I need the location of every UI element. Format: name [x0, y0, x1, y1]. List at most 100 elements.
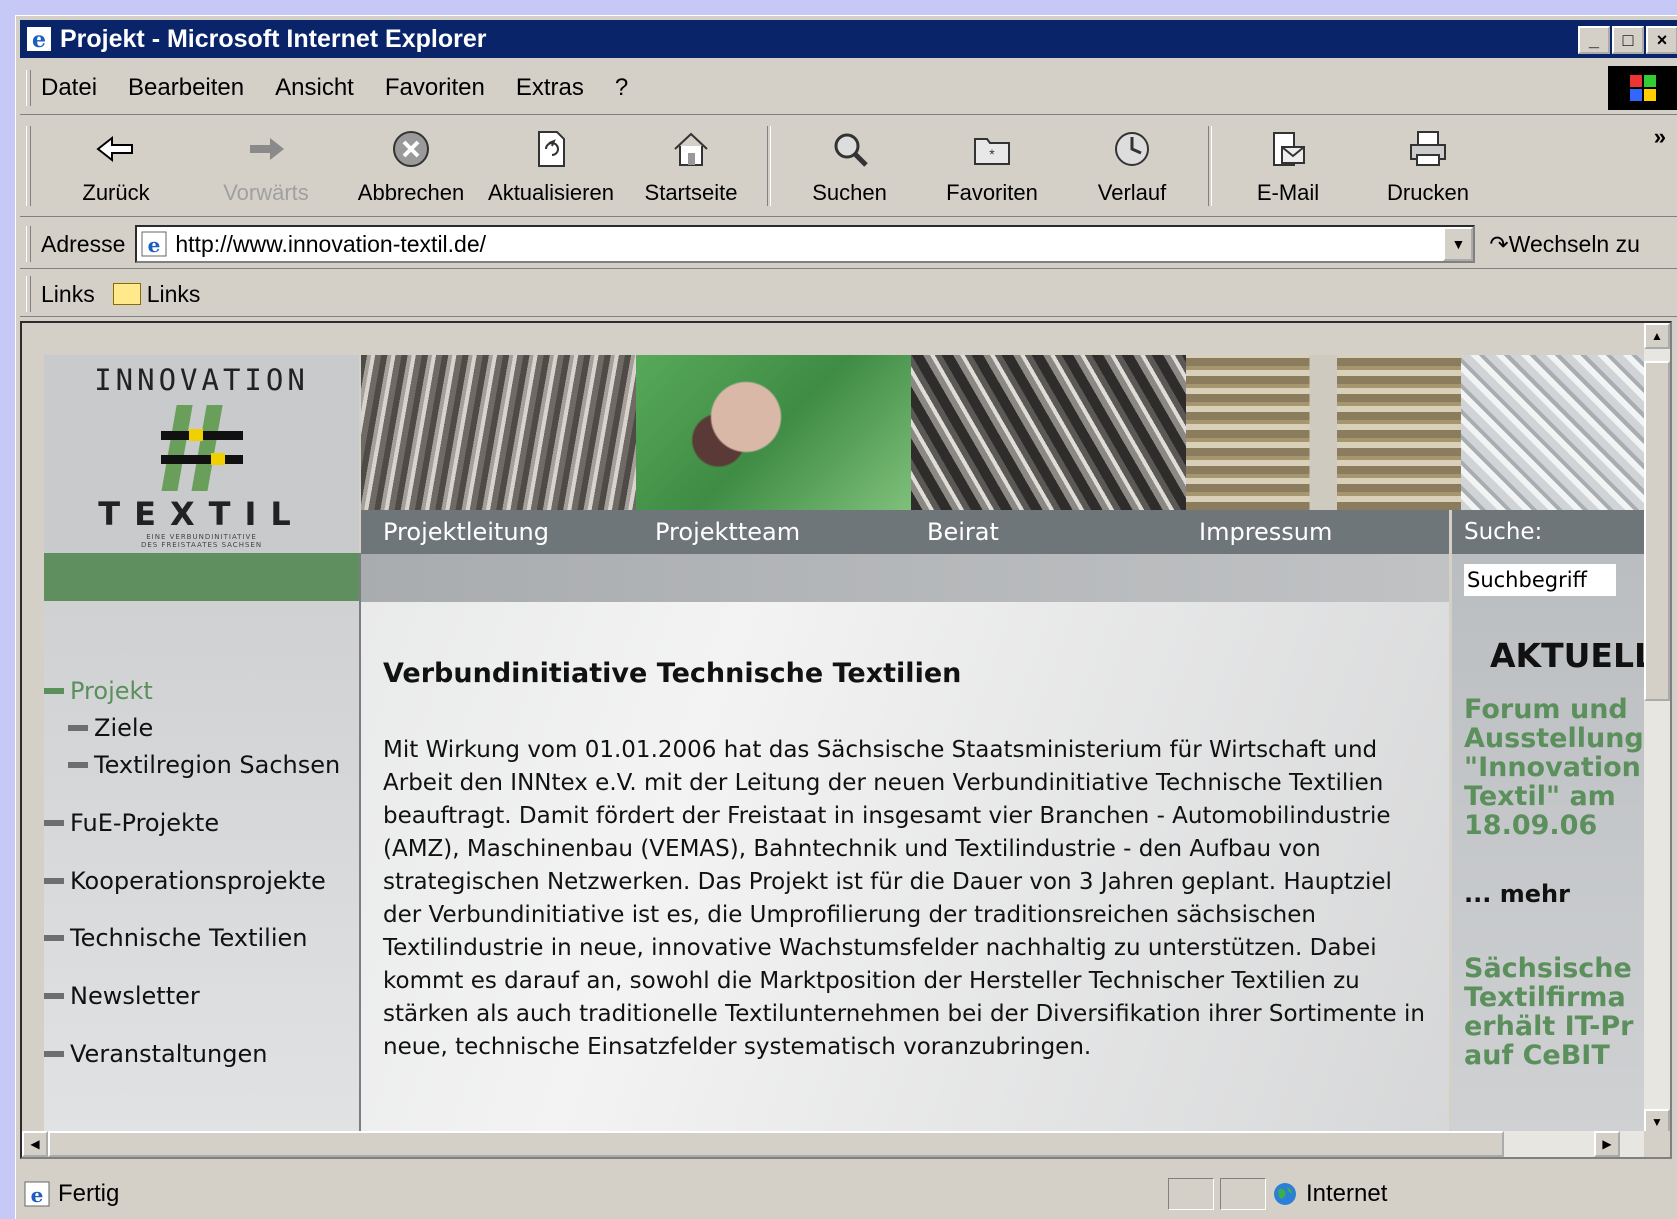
sidenav-ziele[interactable]: Ziele — [68, 714, 153, 742]
toolbar-grip[interactable] — [26, 126, 31, 206]
svg-text:e: e — [32, 27, 46, 52]
menu-bar: Datei Bearbeiten Ansicht Favoriten Extra… — [20, 62, 1677, 115]
minimize-button[interactable]: _ — [1578, 26, 1610, 54]
green-band — [44, 553, 359, 601]
logo-text-top: INNOVATION — [94, 363, 309, 397]
more-link[interactable]: ... mehr — [1452, 880, 1646, 908]
menu-grip[interactable] — [26, 70, 31, 106]
close-button[interactable]: × — [1646, 26, 1677, 54]
photo-spindle — [1186, 355, 1461, 510]
logo-tagline-1: EINE VERBUNDINITIATIVE — [146, 533, 257, 541]
menu-file[interactable]: Datei — [41, 74, 97, 102]
menu-help[interactable]: ? — [615, 74, 628, 102]
stop-button[interactable]: Abbrechen — [341, 116, 481, 206]
page-content: INNOVATION TEXTIL EINE VERBUNDINITIATIVE — [22, 323, 1646, 1135]
right-column: Suche: Suchbegriff AKTUELL Forum und Aus… — [1452, 510, 1646, 1135]
internet-explorer-icon: e — [27, 27, 51, 52]
print-button[interactable]: Drucken — [1358, 116, 1498, 206]
aktuell-heading: AKTUELL — [1490, 636, 1646, 675]
scroll-left-button[interactable]: ◀ — [22, 1131, 48, 1157]
favorites-button[interactable]: * Favoriten — [922, 116, 1062, 206]
news-item-forum[interactable]: Forum und Ausstellung "Innovation Textil… — [1452, 695, 1646, 840]
site-logo[interactable]: INNOVATION TEXTIL EINE VERBUNDINITIATIVE — [44, 355, 359, 553]
logo-emblem-icon — [157, 403, 247, 493]
history-clock-icon — [1109, 126, 1155, 172]
search-input[interactable]: Suchbegriff — [1464, 564, 1616, 596]
address-grip[interactable] — [26, 226, 31, 262]
stop-icon — [388, 126, 434, 172]
go-button[interactable]: ↷Wechseln zu — [1489, 231, 1640, 258]
status-zone: Internet — [1306, 1180, 1388, 1207]
links-grip[interactable] — [26, 276, 31, 312]
printer-icon — [1405, 126, 1451, 172]
links-folder[interactable]: Links — [147, 281, 201, 308]
news-item-cebit[interactable]: Sächsische Textilfirma erhält IT-Pr auf … — [1452, 954, 1646, 1070]
home-button[interactable]: Startseite — [621, 116, 761, 206]
page-status-icon: e — [24, 1181, 50, 1207]
menu-edit[interactable]: Bearbeiten — [128, 74, 244, 102]
mail-button[interactable]: E-Mail — [1218, 116, 1358, 206]
mail-icon — [1265, 126, 1311, 172]
sidenav-veranstaltungen[interactable]: Veranstaltungen — [44, 1040, 267, 1068]
back-button[interactable]: Zurück — [41, 116, 191, 206]
window-title: Projekt - Microsoft Internet Explorer — [60, 24, 487, 53]
back-arrow-icon — [93, 126, 139, 172]
links-label: Links — [41, 280, 95, 307]
sidenav-technische-textilien[interactable]: Technische Textilien — [44, 924, 307, 952]
address-dropdown-button[interactable]: ▼ — [1443, 227, 1474, 261]
status-cell — [1220, 1178, 1266, 1210]
menu-tools[interactable]: Extras — [516, 74, 584, 102]
forward-arrow-icon — [243, 126, 289, 172]
photo-threads — [1461, 355, 1646, 510]
horizontal-scrollbar[interactable]: ◀ ▶ — [22, 1131, 1646, 1157]
search-label: Suche: — [1452, 510, 1646, 554]
maximize-button[interactable]: □ — [1612, 26, 1644, 54]
search-icon — [827, 126, 873, 172]
sidenav-newsletter[interactable]: Newsletter — [44, 982, 200, 1010]
photo-fibers — [361, 355, 636, 510]
sidenav-projekt[interactable]: Projekt — [44, 677, 153, 705]
vertical-scrollbar[interactable]: ▲ ▼ — [1644, 323, 1670, 1135]
toolbar-separator — [1208, 126, 1212, 206]
forward-button[interactable]: Vorwärts — [191, 116, 341, 206]
nav-beirat[interactable]: Beirat — [905, 518, 1177, 546]
scroll-up-button[interactable]: ▲ — [1644, 323, 1670, 349]
history-button[interactable]: Verlauf — [1062, 116, 1202, 206]
scroll-right-button[interactable]: ▶ — [1594, 1131, 1620, 1157]
windows-logo-icon — [1608, 66, 1677, 110]
photo-surgery — [636, 355, 911, 510]
toolbar-chevron[interactable]: » — [1654, 124, 1666, 150]
sidenav-textilregion-sachsen[interactable]: Textilregion Sachsen — [68, 751, 340, 779]
photo-metal-spirals — [911, 355, 1186, 510]
nav-projektleitung[interactable]: Projektleitung — [361, 518, 633, 546]
svg-text:e: e — [31, 1183, 44, 1207]
sidenav-kooperationsprojekte[interactable]: Kooperationsprojekte — [44, 867, 326, 895]
webpage: INNOVATION TEXTIL EINE VERBUNDINITIATIVE — [44, 355, 1646, 1135]
standard-toolbar: Zurück Vorwärts Abbrechen Aktualisieren … — [20, 116, 1677, 217]
folder-icon — [112, 283, 141, 305]
top-navigation: Projektleitung Projektteam Beirat Impres… — [361, 510, 1449, 554]
browser-window: e Projekt - Microsoft Internet Explorer … — [15, 15, 1677, 1219]
page-viewport: INNOVATION TEXTIL EINE VERBUNDINITIATIVE — [20, 321, 1672, 1159]
refresh-icon — [528, 126, 574, 172]
address-url: http://www.innovation-textil.de/ — [175, 230, 487, 257]
home-icon — [668, 126, 714, 172]
search-button[interactable]: Suchen — [777, 116, 922, 206]
nav-projektteam[interactable]: Projektteam — [633, 518, 905, 546]
gray-band — [361, 554, 1449, 602]
address-bar: Adresse e http://www.innovation-textil.d… — [20, 220, 1677, 269]
links-bar: Links Links — [20, 272, 1677, 317]
status-text: Fertig — [58, 1180, 120, 1207]
menu-favorites[interactable]: Favoriten — [385, 74, 485, 102]
nav-impressum[interactable]: Impressum — [1177, 518, 1449, 546]
horizontal-scroll-thumb[interactable] — [48, 1131, 1504, 1157]
refresh-button[interactable]: Aktualisieren — [481, 116, 621, 206]
sidenav-fue-projekte[interactable]: FuE-Projekte — [44, 809, 219, 837]
address-input[interactable]: e http://www.innovation-textil.de/ ▼ — [135, 225, 1476, 263]
status-bar: e Fertig Internet — [20, 1174, 1677, 1214]
vertical-scroll-thumb[interactable] — [1644, 361, 1670, 701]
svg-text:e: e — [148, 233, 161, 257]
logo-text-bottom: TEXTIL — [98, 495, 305, 533]
menu-view[interactable]: Ansicht — [275, 74, 354, 102]
header-photos — [361, 355, 1646, 510]
